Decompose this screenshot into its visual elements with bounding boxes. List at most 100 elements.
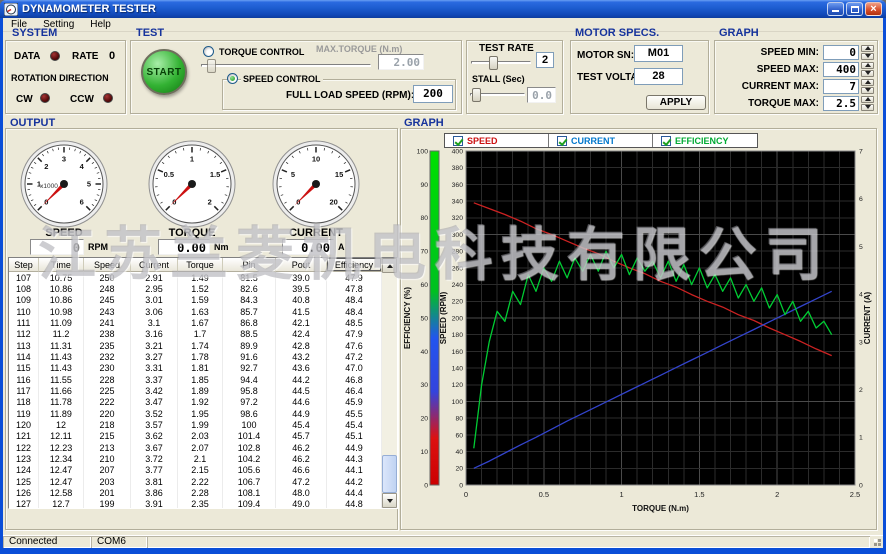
current-max-up-button[interactable] [861, 79, 874, 86]
stall-slider[interactable] [470, 88, 525, 102]
table-header-efficiency[interactable]: Efficiency [327, 258, 382, 272]
table-row[interactable]: 12312.342103.722.1104.246.244.3 [9, 453, 397, 464]
table-cell: 1.74 [178, 340, 223, 351]
table-cell: 1.92 [178, 397, 223, 408]
graph-plot: 0102030405060708090100020406080100120140… [402, 148, 876, 524]
table-row[interactable]: 10810.862482.951.5282.639.547.8 [9, 283, 397, 294]
table-row[interactable]: 120122183.571.9910045.445.4 [9, 419, 397, 430]
speed-max-down-button[interactable] [861, 70, 874, 77]
table-row[interactable]: 11611.552283.371.8594.444.246.8 [9, 374, 397, 385]
speed-axis-label: SPEED (RPM) [439, 291, 448, 344]
table-row[interactable]: 11511.432303.311.8192.743.647.0 [9, 363, 397, 374]
slider-thumb[interactable] [489, 56, 498, 70]
efficiency-checkbox[interactable] [661, 136, 671, 146]
table-row[interactable]: 11411.432323.271.7891.643.247.2 [9, 351, 397, 362]
torque-control-radio[interactable] [203, 46, 214, 57]
table-header-step[interactable]: Step [9, 258, 39, 272]
table-cell: 41.5 [276, 306, 327, 317]
slider-thumb[interactable] [472, 88, 481, 102]
table-cell: 124 [9, 465, 39, 476]
table-row[interactable]: 12112.112153.622.03101.445.745.1 [9, 431, 397, 442]
table-cell: 44.8 [327, 499, 382, 509]
svg-text:70: 70 [420, 249, 428, 256]
current-max-down-button[interactable] [861, 87, 874, 94]
table-header-pin[interactable]: Pin [223, 258, 276, 272]
speed-min-value[interactable]: 0 [823, 45, 859, 60]
table-cell: 47.9 [327, 272, 382, 283]
close-button[interactable]: × [865, 2, 882, 16]
ccw-label: CCW [70, 94, 94, 105]
speed-unit-label: RPM [88, 242, 108, 252]
table-cell: 45.4 [327, 419, 382, 430]
start-button[interactable]: START [141, 49, 187, 95]
table-row[interactable]: 12512.472033.812.22106.747.244.2 [9, 476, 397, 487]
table-row[interactable]: 11211.22383.161.788.542.447.9 [9, 329, 397, 340]
apply-button[interactable]: APPLY [646, 95, 706, 110]
table-header-torque[interactable]: Torque [178, 258, 223, 272]
max-torque-slider[interactable] [201, 59, 371, 73]
table-cell: 2.15 [178, 465, 223, 476]
test-rate-slider[interactable] [471, 56, 531, 70]
table-header-row: StepTimeSpeedCurrentTorquePinPoutEfficie… [9, 258, 397, 272]
scroll-up-button[interactable] [382, 258, 397, 273]
svg-text:40: 40 [455, 449, 463, 456]
stall-display: 0.0 [527, 87, 556, 103]
speed-min-up-button[interactable] [861, 45, 874, 52]
current-max-value[interactable]: 7 [823, 79, 859, 94]
table-row[interactable]: 10710.752502.911.4981.539.047.9 [9, 272, 397, 283]
table-cell: 121 [9, 431, 39, 442]
table-header-current[interactable]: Current [131, 258, 178, 272]
table-row[interactable]: 12612.582013.862.28108.148.044.4 [9, 487, 397, 498]
legend-item-current: CURRENT [549, 134, 653, 147]
table-row[interactable]: 11311.312353.211.7489.942.847.6 [9, 340, 397, 351]
speed-max-value[interactable]: 400 [823, 62, 859, 77]
table-row[interactable]: 12712.71993.912.35109.449.044.8 [9, 499, 397, 509]
table-cell: 3.16 [131, 329, 178, 340]
minimize-button[interactable] [827, 2, 844, 16]
table-header-pout[interactable]: Pout [276, 258, 327, 272]
table-header-speed[interactable]: Speed [84, 258, 131, 272]
table-row[interactable]: 10910.862453.011.5984.340.848.4 [9, 295, 397, 306]
table-row[interactable]: 11111.092413.11.6786.842.148.5 [9, 317, 397, 328]
table-cell: 12.11 [39, 431, 84, 442]
table-row[interactable]: 12412.472073.772.15105.646.644.1 [9, 465, 397, 476]
table-header-time[interactable]: Time [39, 258, 84, 272]
slider-thumb[interactable] [207, 59, 216, 73]
speed-max-up-button[interactable] [861, 62, 874, 69]
svg-text:60: 60 [455, 432, 463, 439]
table-cell: 119 [9, 408, 39, 419]
full-load-speed-input[interactable]: 200 [413, 85, 453, 103]
resize-grip[interactable] [870, 536, 883, 548]
menu-help[interactable]: Help [82, 18, 119, 32]
table-row[interactable]: 12212.232133.672.07102.846.244.9 [9, 442, 397, 453]
torque-max-value[interactable]: 2.5 [823, 96, 859, 111]
scroll-down-button[interactable] [382, 493, 397, 508]
table-row[interactable]: 11711.662253.421.8995.844.546.4 [9, 385, 397, 396]
svg-text:180: 180 [452, 332, 464, 339]
table-cell: 45.1 [327, 431, 382, 442]
table-row[interactable]: 11811.782223.471.9297.244.645.9 [9, 397, 397, 408]
speed-min-down-button[interactable] [861, 53, 874, 60]
test-voltage-input[interactable]: 28 [634, 68, 683, 85]
section-label-system: SYSTEM [12, 27, 57, 39]
speed-control-radio[interactable] [227, 73, 238, 84]
table-cell: 44.2 [327, 476, 382, 487]
maximize-button[interactable] [846, 2, 863, 16]
table-scrollbar[interactable] [382, 258, 397, 508]
scrollbar-thumb[interactable] [382, 455, 397, 493]
torque-max-up-button[interactable] [861, 96, 874, 103]
chart-legend: SPEEDCURRENTEFFICIENCY [444, 133, 758, 148]
data-label: DATA [14, 51, 40, 62]
motor-sn-input[interactable]: M01 [634, 45, 683, 62]
table-cell: 2.35 [178, 499, 223, 509]
table-cell: 85.7 [223, 306, 276, 317]
table-row[interactable]: 11911.892203.521.9598.644.945.5 [9, 408, 397, 419]
speed-checkbox[interactable] [453, 136, 463, 146]
table-row[interactable]: 11010.982433.061.6385.741.548.4 [9, 306, 397, 317]
test-rate-input[interactable]: 2 [536, 52, 554, 68]
table-cell: 39.0 [276, 272, 327, 283]
svg-text:20: 20 [420, 416, 428, 423]
current-checkbox[interactable] [557, 136, 567, 146]
table-cell: 46.8 [327, 374, 382, 385]
torque-max-down-button[interactable] [861, 104, 874, 111]
